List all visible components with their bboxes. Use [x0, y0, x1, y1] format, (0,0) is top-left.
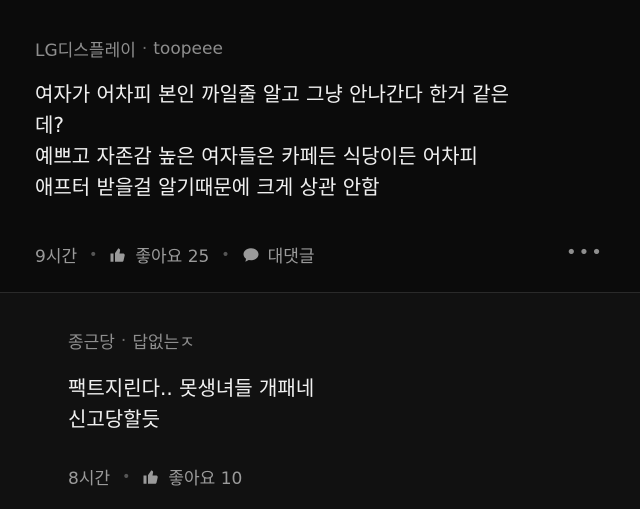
comment-body: 여자가 어차피 본인 까일줄 알고 그냥 안나간다 한거 같은 데? 예쁘고 자… — [35, 79, 509, 203]
comment-body: 팩트지린다.. 못생녀들 개패네 신고당할듯 — [68, 373, 314, 435]
separator-dot: • — [221, 246, 230, 263]
reply-comment: 종근당 · 답없는ㅈ 팩트지린다.. 못생녀들 개패네 신고당할듯 8시간 • … — [0, 293, 640, 509]
comment: LG디스플레이 · toopeee 여자가 어차피 본인 까일줄 알고 그냥 안… — [0, 0, 640, 292]
separator-dot: • — [89, 246, 98, 263]
thumbs-up-icon — [143, 469, 159, 484]
like-count: 좋아요 25 — [135, 247, 210, 267]
comment-line: 데? — [35, 113, 65, 137]
more-options-icon[interactable]: ••• — [566, 242, 604, 263]
separator-dot: • — [122, 468, 131, 485]
separator-dot: · — [120, 330, 127, 351]
comment-line: 애프터 받을걸 알기때문에 크게 상관 안함 — [35, 175, 380, 199]
like-button[interactable]: 좋아요 10 — [142, 464, 242, 489]
comment-line: 예쁘고 자존감 높은 여자들은 카페든 식당이든 어차피 — [35, 144, 478, 168]
reply-button[interactable]: 대댓글 — [242, 242, 315, 267]
reply-label: 대댓글 — [267, 247, 315, 267]
comment-author: LG디스플레이 · toopeee — [35, 36, 223, 62]
separator-dot: · — [141, 38, 148, 59]
nickname[interactable]: 답없는ㅈ — [132, 328, 195, 353]
comment-author: 종근당 · 답없는ㅈ — [68, 328, 195, 354]
timestamp: 8시간 — [68, 469, 111, 489]
comment-line: 여자가 어차피 본인 까일줄 알고 그냥 안나간다 한거 같은 — [35, 82, 510, 106]
comment-line: 팩트지린다.. 못생녀들 개패네 — [68, 376, 315, 400]
timestamp: 9시간 — [35, 247, 78, 267]
comment-line: 신고당할듯 — [68, 407, 160, 431]
company-name[interactable]: LG디스플레이 — [35, 36, 136, 61]
nickname[interactable]: toopeee — [153, 39, 223, 59]
speech-bubble-icon — [243, 247, 259, 262]
comment-actions: 9시간 • 좋아요 25 • 대댓글 — [35, 242, 315, 268]
like-count: 좋아요 10 — [168, 469, 243, 489]
thumbs-up-icon — [110, 247, 126, 262]
company-name[interactable]: 종근당 — [68, 328, 115, 353]
comment-actions: 8시간 • 좋아요 10 — [68, 464, 242, 490]
like-button[interactable]: 좋아요 25 — [109, 242, 209, 267]
